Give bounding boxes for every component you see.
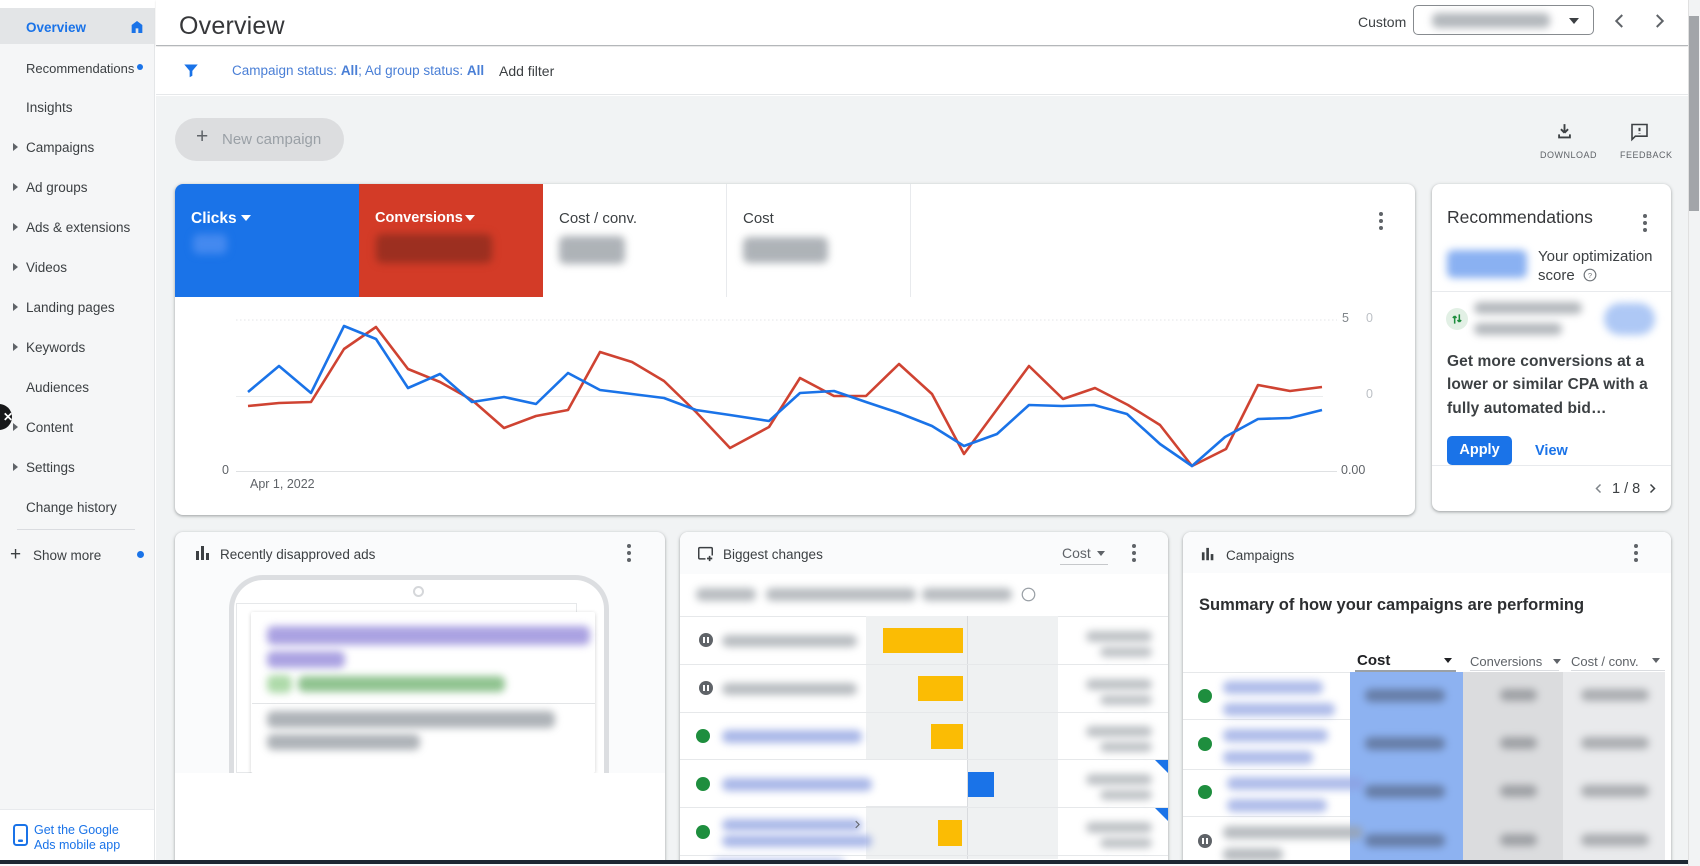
svg-text:?: ?: [1588, 271, 1592, 280]
